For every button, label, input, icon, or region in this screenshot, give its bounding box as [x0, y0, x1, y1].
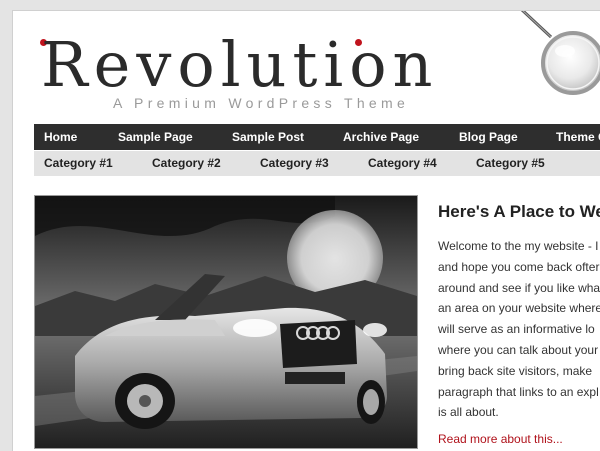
- post-text-line: will serve as an informative lo: [438, 322, 595, 337]
- main-navigation: Home Sample Page Sample Post Archive Pag…: [34, 124, 600, 150]
- nav-item-theme-options[interactable]: Theme O: [556, 124, 600, 150]
- category-item-4[interactable]: Category #4: [368, 151, 437, 176]
- featured-image[interactable]: [34, 195, 418, 449]
- post-title[interactable]: Here's A Place to We: [438, 201, 600, 223]
- category-item-1[interactable]: Category #1: [44, 151, 113, 176]
- nav-item-blog-page[interactable]: Blog Page: [459, 124, 518, 150]
- magnifier-icon: [520, 11, 600, 95]
- category-item-2[interactable]: Category #2: [152, 151, 221, 176]
- post-text-line: around and see if you like wha: [438, 280, 600, 295]
- post-text-line: an area on your website where: [438, 301, 600, 316]
- site-header: Revolution A Premium WordPress Theme: [13, 11, 600, 123]
- category-navigation: Category #1 Category #2 Category #3 Cate…: [34, 151, 600, 176]
- post-text-line: and hope you come back ofter: [438, 259, 600, 274]
- site-logo[interactable]: Revolution A Premium WordPress Theme: [29, 28, 459, 113]
- car-photo: [35, 196, 417, 448]
- read-more-link[interactable]: Read more about this...: [438, 432, 563, 446]
- category-item-3[interactable]: Category #3: [260, 151, 329, 176]
- page-container: Revolution A Premium WordPress Theme Hom…: [12, 10, 600, 451]
- post-text-line: paragraph that links to an expl: [438, 384, 599, 399]
- category-item-5[interactable]: Category #5: [476, 151, 545, 176]
- post-text-line: Welcome to the my website - I: [438, 239, 599, 253]
- post-text-line: bring back site visitors, make: [438, 363, 593, 378]
- post-excerpt: Here's A Place to We Welcome to the my w…: [438, 201, 600, 423]
- post-text-line: is all about.: [438, 405, 499, 420]
- post-text-line: where you can talk about your: [438, 342, 599, 357]
- logo-text: Revolution: [41, 28, 439, 101]
- nav-item-sample-post[interactable]: Sample Post: [232, 124, 304, 150]
- nav-item-archive-page[interactable]: Archive Page: [343, 124, 419, 150]
- logo-tagline: A Premium WordPress Theme: [113, 95, 410, 111]
- nav-item-sample-page[interactable]: Sample Page: [118, 124, 193, 150]
- nav-item-home[interactable]: Home: [44, 124, 77, 150]
